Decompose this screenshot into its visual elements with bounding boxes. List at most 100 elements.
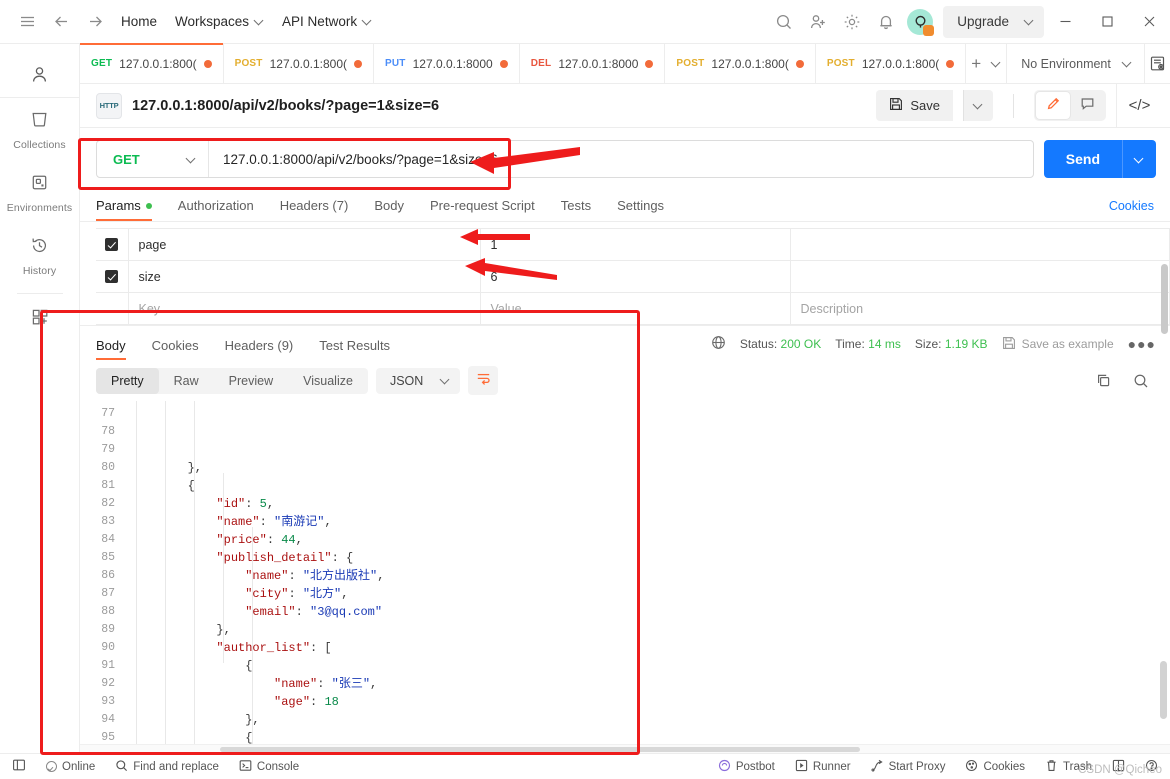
request-tab-2[interactable]: PUT 127.0.0.1:8000 [374,44,520,83]
request-cookies-link[interactable]: Cookies [1109,199,1154,221]
response-format-selector[interactable]: JSON [375,367,461,394]
tab-authorization[interactable]: Authorization [165,198,267,221]
nav-api-network[interactable]: API Network [273,7,381,37]
table-row[interactable]: size 6 [96,260,1170,293]
param-row-0-description[interactable] [789,228,1170,261]
code-line[interactable]: "name": "北方出版社", [124,567,1170,585]
view-pretty-button[interactable]: Pretty [96,367,159,394]
param-row-1-description[interactable] [789,260,1170,293]
toggle-sidebar-button[interactable] [12,758,26,775]
search-icon[interactable] [1126,366,1156,395]
code-line[interactable]: "age": 18 [124,693,1170,711]
param-row-0-checkbox[interactable] [105,238,119,252]
close-window-button[interactable] [1128,0,1170,44]
word-wrap-button[interactable] [468,366,499,395]
param-description-placeholder[interactable]: Description [789,292,1170,325]
new-tab-button[interactable]: + [966,44,986,83]
find-and-replace-button[interactable]: Find and replace [115,759,219,775]
code-horizontal-scroll-thumb[interactable] [220,747,860,752]
start-proxy-button[interactable]: Start Proxy [871,759,945,775]
tab-pre-request-script[interactable]: Pre-request Script [417,198,548,221]
code-line[interactable]: { [124,477,1170,495]
hamburger-icon[interactable] [10,5,44,39]
help-button[interactable] [1145,759,1158,775]
view-visualize-button[interactable]: Visualize [288,368,368,394]
runner-button[interactable]: Runner [795,759,851,775]
postbot-button[interactable]: Postbot [718,759,775,775]
code-line[interactable]: "price": 44, [124,531,1170,549]
forward-arrow-icon[interactable] [78,5,112,39]
code-line[interactable]: "publish_detail": { [124,549,1170,567]
tab-settings[interactable]: Settings [604,198,677,221]
code-line[interactable]: "id": 5, [124,495,1170,513]
response-body-viewer[interactable]: 77 78 79 80 81 82 83 84 85 86 87 88 89 90 91 92 93 94 95 }… [80,401,1170,753]
params-scrollbar-thumb[interactable] [1161,264,1168,334]
bell-icon[interactable] [869,5,903,39]
nav-workspaces[interactable]: Workspaces [166,7,273,37]
tab-tests[interactable]: Tests [548,198,604,221]
param-row-0-key[interactable]: page [127,228,481,261]
table-row[interactable]: Key Value Description [96,292,1170,325]
sidebar-item-environments[interactable]: Environments [0,161,79,224]
table-row[interactable]: page 1 [96,228,1170,261]
maximize-window-button[interactable] [1086,0,1128,44]
send-button[interactable]: Send [1043,140,1122,178]
sidebar-add-module-button[interactable] [0,296,79,341]
tab-headers[interactable]: Headers (7) [267,198,362,221]
code-line[interactable]: }, [124,459,1170,477]
url-input[interactable] [209,141,1033,177]
code-line[interactable]: "name": "南游记", [124,513,1170,531]
param-row-1-checkbox[interactable] [105,270,119,284]
code-scrollbar-thumb[interactable] [1160,661,1167,719]
copy-icon[interactable] [1088,366,1118,395]
sidebar-user-icon[interactable] [0,52,79,98]
code-line[interactable]: }, [124,711,1170,729]
param-row-1-key[interactable]: size [127,260,481,293]
response-tab-test-results[interactable]: Test Results [306,338,403,360]
code-line[interactable]: "city": "北方", [124,585,1170,603]
back-arrow-icon[interactable] [44,5,78,39]
environment-quick-look-icon[interactable] [1143,44,1170,83]
view-raw-button[interactable]: Raw [159,368,214,394]
request-tab-4[interactable]: POST 127.0.0.1:800( [665,44,816,83]
param-key-placeholder[interactable]: Key [127,292,481,325]
trash-button[interactable]: Trash [1045,759,1092,775]
cookies-button[interactable]: Cookies [965,759,1025,775]
code-line[interactable]: "email": "3@qq.com" [124,603,1170,621]
request-tab-5[interactable]: POST 127.0.0.1:800( [816,44,967,83]
invite-user-icon[interactable] [801,5,835,39]
response-tab-cookies[interactable]: Cookies [139,338,212,360]
param-row-0-value[interactable]: 1 [479,228,791,261]
save-options-button[interactable] [963,90,993,121]
tab-params[interactable]: Params [96,198,165,221]
code-line[interactable]: { [124,657,1170,675]
response-tab-headers[interactable]: Headers (9) [212,338,307,360]
environment-selector[interactable]: No Environment [1006,44,1144,83]
save-button[interactable]: Save [876,90,953,121]
request-tab-1[interactable]: POST 127.0.0.1:800( [224,44,375,83]
online-status[interactable]: Online [46,761,95,773]
comment-mode-button[interactable] [1070,92,1104,119]
response-more-options-icon[interactable]: ●●● [1128,336,1156,352]
param-row-0-checkbox-cell[interactable] [96,228,129,261]
http-method-selector[interactable]: GET [97,141,209,177]
response-tab-body[interactable]: Body [96,338,139,360]
avatar[interactable] [903,5,937,39]
nav-home[interactable]: Home [112,7,166,37]
console-button[interactable]: Console [239,759,299,775]
view-preview-button[interactable]: Preview [214,368,288,394]
send-options-button[interactable] [1122,140,1156,178]
minimize-window-button[interactable] [1044,0,1086,44]
sidebar-item-history[interactable]: History [0,224,79,287]
code-line[interactable]: "author_list": [ [124,639,1170,657]
code-content[interactable]: }, { "id": 5, "name": "南游记", "price": 44… [124,401,1170,753]
code-snippet-button[interactable]: </> [1116,83,1162,128]
upgrade-button[interactable]: Upgrade [943,5,1044,38]
code-horizontal-scrollbar[interactable] [80,744,1170,753]
tab-list-chevron-icon[interactable] [986,44,1006,83]
sidebar-item-collections[interactable]: Collections [0,98,79,161]
search-icon[interactable] [767,5,801,39]
edit-mode-button[interactable] [1036,92,1070,119]
param-value-placeholder[interactable]: Value [479,292,791,325]
layout-toggle-button[interactable] [1112,759,1125,775]
